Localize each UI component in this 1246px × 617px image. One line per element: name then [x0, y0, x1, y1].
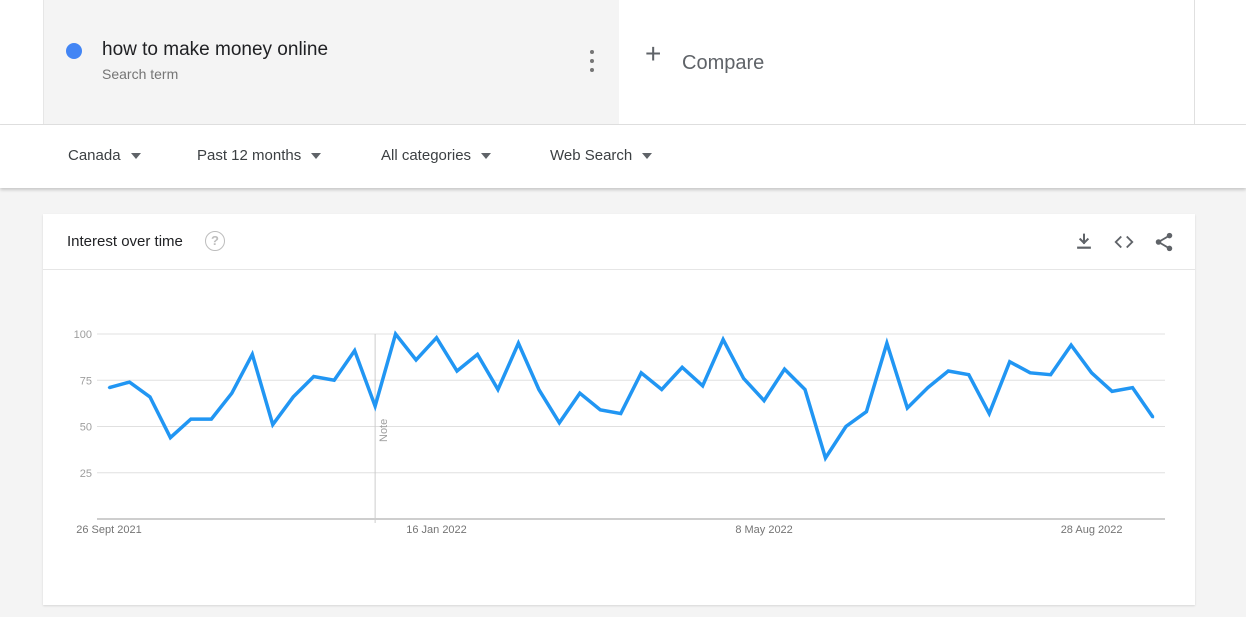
- data-point: [701, 384, 704, 387]
- embed-icon[interactable]: [1113, 231, 1135, 253]
- data-point: [865, 410, 868, 413]
- search-type-dropdown-label: Web Search: [550, 147, 633, 164]
- series-line: [108, 330, 1155, 463]
- search-term-sublabel: Search term: [102, 66, 179, 82]
- dropdown-arrow-icon: [311, 152, 322, 159]
- data-point: [660, 388, 663, 391]
- data-point: [578, 392, 582, 395]
- x-tick-label: 26 Sept 2021: [76, 524, 141, 536]
- data-point: [1049, 373, 1052, 376]
- more-vert-icon[interactable]: [582, 50, 602, 72]
- data-point: [230, 392, 234, 395]
- data-point: [599, 408, 602, 412]
- note-label: Note: [378, 419, 390, 442]
- data-point: [824, 456, 827, 460]
- compare-button[interactable]: + Compare: [619, 0, 1195, 124]
- data-point: [619, 412, 622, 415]
- dropdown-arrow-icon: [642, 152, 653, 159]
- search-type-dropdown[interactable]: Web Search: [550, 147, 653, 164]
- data-point: [844, 425, 848, 428]
- data-point: [210, 417, 213, 421]
- data-point: [312, 375, 315, 378]
- data-point: [680, 366, 684, 369]
- interest-line-chart: 25 50 75 100 Note 26 Sept 2021 16 Jan 2022 8 Ma…: [74, 329, 1165, 536]
- data-point: [517, 342, 520, 345]
- data-point: [476, 353, 479, 356]
- search-term-card[interactable]: how to make money online Search term: [43, 0, 620, 124]
- search-term-label[interactable]: how to make money online: [102, 39, 328, 61]
- data-point: [394, 332, 397, 336]
- data-point: [762, 399, 766, 402]
- data-point: [537, 388, 541, 391]
- interest-over-time-widget: Interest over time ? 25 50 75 100 Note 26 Sep…: [43, 214, 1195, 605]
- data-point: [435, 336, 438, 339]
- filter-bar: Canada Past 12 months All categories Web…: [0, 125, 1246, 188]
- time-range-dropdown-label: Past 12 months: [197, 147, 302, 164]
- download-icon[interactable]: [1073, 231, 1095, 253]
- data-point: [189, 417, 193, 421]
- help-icon[interactable]: ?: [205, 231, 225, 251]
- data-point: [558, 421, 561, 424]
- data-point: [1028, 371, 1032, 375]
- data-point: [1151, 416, 1155, 419]
- y-tick-label: 100: [74, 329, 92, 341]
- data-point: [455, 369, 459, 373]
- y-tick-label: 75: [80, 375, 92, 387]
- data-point: [721, 338, 725, 341]
- data-point: [640, 371, 643, 375]
- data-point: [107, 386, 111, 389]
- data-point: [967, 373, 970, 376]
- x-tick-label: 16 Jan 2022: [406, 524, 467, 536]
- category-dropdown-label: All categories: [381, 147, 472, 164]
- data-point: [1131, 386, 1134, 389]
- widget-header: Interest over time ?: [43, 214, 1195, 270]
- y-tick-label: 25: [80, 468, 92, 480]
- term-color-dot: [66, 43, 82, 59]
- data-point: [988, 412, 991, 415]
- x-tick-label: 28 Aug 2022: [1061, 524, 1123, 536]
- data-point: [148, 395, 152, 399]
- data-point: [292, 395, 295, 399]
- widget-title: Interest over time: [67, 233, 183, 250]
- data-point: [1069, 343, 1073, 347]
- data-point: [1110, 390, 1114, 393]
- x-tick-label: 8 May 2022: [735, 524, 792, 536]
- y-tick-label: 50: [80, 422, 92, 434]
- compare-label: Compare: [682, 52, 765, 74]
- data-point: [926, 386, 930, 389]
- data-point: [885, 342, 889, 345]
- dropdown-arrow-icon: [481, 152, 492, 159]
- dropdown-arrow-icon: [130, 152, 141, 159]
- data-point: [496, 388, 500, 391]
- data-point: [947, 369, 950, 373]
- data-point: [906, 406, 909, 410]
- data-point: [353, 349, 356, 352]
- search-term-bar: how to make money online Search term + C…: [0, 0, 1246, 125]
- data-point: [1008, 360, 1011, 363]
- region-dropdown[interactable]: Canada: [68, 147, 141, 164]
- data-point: [271, 423, 274, 426]
- data-point: [803, 388, 807, 391]
- data-point: [169, 436, 172, 439]
- data-point: [128, 380, 131, 384]
- data-point: [1090, 371, 1093, 375]
- data-point: [783, 367, 786, 371]
- data-point: [332, 379, 336, 382]
- data-point: [373, 404, 377, 408]
- time-range-dropdown[interactable]: Past 12 months: [197, 147, 322, 164]
- data-point: [414, 358, 418, 362]
- category-dropdown[interactable]: All categories: [381, 147, 492, 164]
- data-point: [251, 353, 254, 356]
- add-icon: +: [645, 38, 662, 69]
- data-point: [742, 377, 745, 380]
- region-dropdown-label: Canada: [68, 147, 121, 164]
- share-icon[interactable]: [1153, 231, 1175, 253]
